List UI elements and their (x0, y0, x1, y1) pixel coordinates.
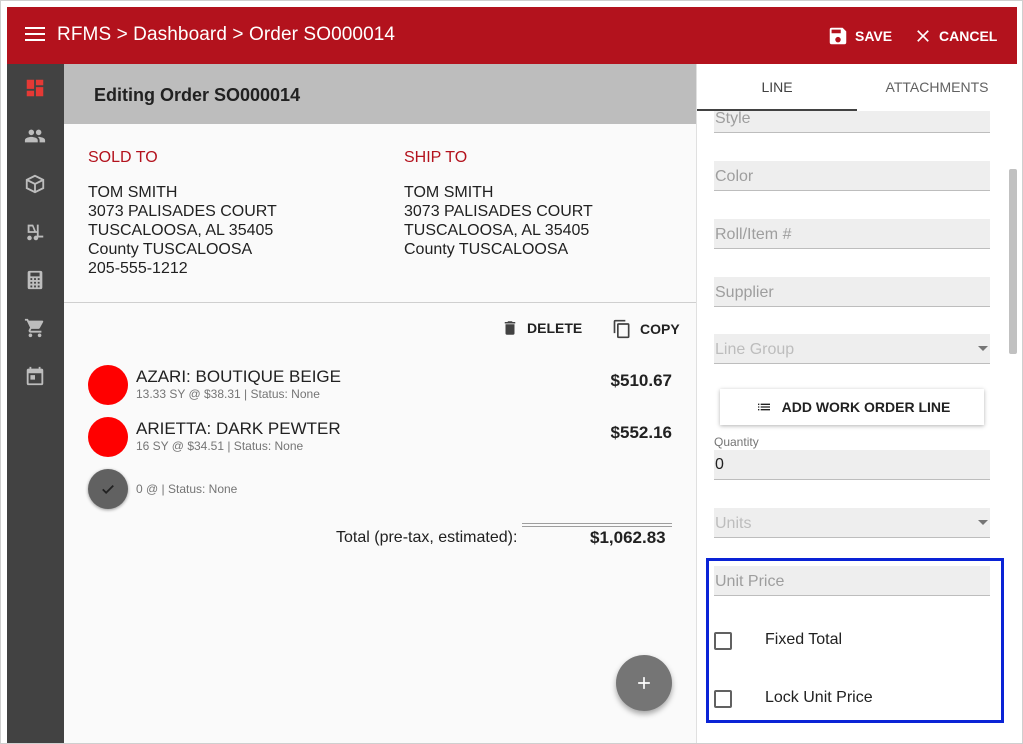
line-price: $510.67 (610, 371, 672, 390)
close-icon (917, 30, 929, 42)
checkbox-box[interactable] (714, 632, 732, 650)
check-icon[interactable] (88, 469, 128, 509)
top-app-bar: RFMS > Dashboard > Order SO000014 SAVE C… (7, 7, 1017, 64)
dropdown-arrow-icon (978, 520, 988, 525)
line-detail: 13.33 SY @ $38.31 | Status: None (136, 387, 320, 401)
section-divider (64, 302, 696, 303)
total-value: $1,062.83 (590, 528, 666, 547)
lock-unit-price-checkbox[interactable]: Lock Unit Price (714, 687, 873, 711)
copy-icon (613, 319, 630, 339)
supplier-field[interactable]: Supplier (714, 277, 990, 307)
quantity-field[interactable]: 0 (714, 450, 990, 480)
sold-to-label: SOLD TO (88, 149, 158, 166)
total-rule (522, 523, 672, 527)
order-line-selected[interactable]: 0 @ | Status: None (88, 469, 678, 511)
editing-header: Editing Order SO000014 (64, 64, 696, 124)
breadcrumb: RFMS > Dashboard > Order SO000014 (57, 24, 396, 45)
line-price: $552.16 (610, 423, 672, 442)
order-line[interactable]: AZARI: BOUTIQUE BEIGE 13.33 SY @ $38.31 … (88, 365, 678, 407)
list-icon (757, 403, 770, 411)
delete-button[interactable]: DELETE (501, 318, 582, 338)
order-line[interactable]: ARIETTA: DARK PEWTER 16 SY @ $34.51 | St… (88, 417, 678, 459)
sold-to-line: 205-555-1212 (88, 260, 188, 277)
save-button[interactable]: SAVE (827, 24, 892, 48)
sold-to-line: 3073 PALISADES COURT (88, 203, 277, 220)
dashboard-icon[interactable] (23, 76, 47, 100)
line-name: AZARI: BOUTIQUE BEIGE (136, 367, 341, 386)
forklift-icon[interactable] (23, 220, 47, 244)
cart-icon[interactable] (23, 316, 47, 340)
units-select[interactable]: Units (714, 508, 990, 538)
line-status-dot[interactable] (88, 417, 128, 457)
copy-button[interactable]: COPY (612, 318, 680, 340)
line-detail-panel: LINE ATTACHMENTS Style Color Roll/Item #… (696, 64, 1018, 743)
save-icon (829, 27, 847, 45)
dropdown-arrow-icon (978, 346, 988, 351)
ship-to-address: TOM SMITH 3073 PALISADES COURT TUSCALOOS… (404, 183, 593, 259)
color-field[interactable]: Color (714, 161, 990, 191)
ship-to-line: TOM SMITH (404, 184, 494, 201)
panel-tabs: LINE ATTACHMENTS (697, 64, 1018, 111)
calculator-icon[interactable] (23, 268, 47, 292)
page-title: Editing Order SO000014 (94, 85, 301, 105)
menu-icon[interactable] (25, 27, 45, 43)
side-nav (7, 64, 64, 743)
total-label: Total (pre-tax, estimated): (336, 529, 518, 546)
checkbox-box[interactable] (714, 690, 732, 708)
copy-label: COPY (640, 321, 680, 337)
trash-icon (504, 321, 516, 335)
sold-to-line: TUSCALOOSA, AL 35405 (88, 222, 274, 239)
line-status-dot[interactable] (88, 365, 128, 405)
line-group-label: Line Group (715, 341, 795, 358)
units-label: Units (715, 515, 752, 532)
line-detail: 0 @ | Status: None (136, 482, 238, 496)
people-icon[interactable] (23, 124, 47, 148)
delete-label: DELETE (527, 320, 583, 336)
sold-to-address: TOM SMITH 3073 PALISADES COURT TUSCALOOS… (88, 183, 277, 278)
sold-to-line: County TUSCALOOSA (88, 241, 253, 258)
quantity-label: Quantity (714, 435, 759, 449)
line-name: ARIETTA: DARK PEWTER (136, 419, 341, 438)
ship-to-line: County TUSCALOOSA (404, 241, 569, 258)
add-work-order-line-label: ADD WORK ORDER LINE (781, 399, 951, 415)
box-icon[interactable] (23, 172, 47, 196)
ship-to-line: TUSCALOOSA, AL 35405 (404, 222, 590, 239)
cancel-button[interactable]: CANCEL (913, 24, 997, 48)
ship-to-line: 3073 PALISADES COURT (404, 203, 593, 220)
panel-scrollbar[interactable] (1009, 169, 1017, 354)
fixed-total-checkbox[interactable]: Fixed Total (714, 629, 842, 653)
unit-price-field[interactable]: Unit Price (714, 566, 990, 596)
app-window: RFMS > Dashboard > Order SO000014 SAVE C… (0, 0, 1023, 744)
tab-line[interactable]: LINE (697, 64, 857, 111)
save-label: SAVE (855, 28, 893, 44)
ship-to-label: SHIP TO (404, 149, 468, 166)
tab-attachments[interactable]: ATTACHMENTS (857, 64, 1017, 111)
plus-icon (638, 677, 650, 689)
add-work-order-line-button[interactable]: ADD WORK ORDER LINE (720, 389, 984, 425)
sold-to-line: TOM SMITH (88, 184, 178, 201)
roll-item-field[interactable]: Roll/Item # (714, 219, 990, 249)
calendar-icon[interactable] (23, 364, 47, 388)
cancel-label: CANCEL (939, 28, 998, 44)
add-line-button[interactable] (616, 655, 672, 711)
lock-unit-price-label: Lock Unit Price (765, 689, 873, 706)
line-group-select[interactable]: Line Group (714, 334, 990, 364)
order-main-area: SOLD TO TOM SMITH 3073 PALISADES COURT T… (64, 124, 696, 743)
fixed-total-label: Fixed Total (765, 631, 843, 648)
line-detail: 16 SY @ $34.51 | Status: None (136, 439, 304, 453)
